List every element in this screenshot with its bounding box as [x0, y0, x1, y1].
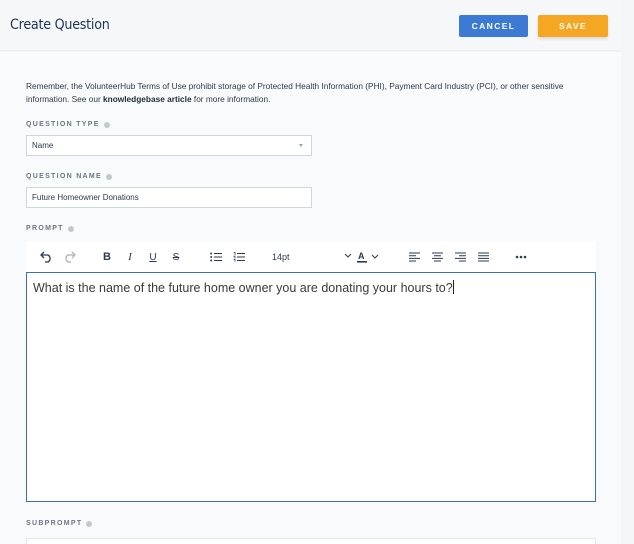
info-icon[interactable] [106, 173, 113, 180]
text-cursor [452, 280, 454, 294]
page-header: Create Question CANCEL SAVE [0, 0, 621, 51]
question-type-select[interactable]: Name [26, 135, 312, 156]
subprompt-label: SUBPROMPT [26, 520, 93, 527]
font-size-select[interactable]: 14pt [266, 248, 352, 265]
subprompt-label-text: SUBPROMPT [26, 520, 83, 527]
align-center-icon[interactable] [430, 249, 444, 265]
question-name-value: Future Homeowner Donations [32, 193, 139, 202]
cancel-button[interactable]: CANCEL [459, 15, 528, 37]
notice-text-end: for more information. [191, 94, 271, 104]
knowledgebase-link[interactable]: knowledgebase article [103, 94, 192, 104]
question-name-label-text: QUESTION NAME [26, 173, 103, 180]
font-size-value: 14pt [272, 251, 290, 262]
undo-icon[interactable] [38, 249, 54, 265]
question-type-label: QUESTION TYPE [26, 121, 110, 128]
editor-toolbar: B I U S 14pt A [26, 241, 596, 272]
prompt-editor[interactable]: What is the name of the future home owne… [26, 272, 596, 502]
create-question-page: Create Question CANCEL SAVE Remember, th… [0, 0, 634, 544]
save-button[interactable]: SAVE [538, 15, 608, 37]
info-icon[interactable] [86, 520, 93, 527]
form-content: Remember, the VolunteerHub Terms of Use … [0, 52, 621, 544]
question-name-input[interactable]: Future Homeowner Donations [26, 187, 312, 208]
align-left-icon[interactable] [407, 249, 421, 265]
page-title: Create Question [10, 17, 110, 33]
numbered-list-icon[interactable] [231, 249, 247, 265]
bullet-list-icon[interactable] [208, 249, 224, 265]
bold-icon[interactable]: B [100, 249, 114, 265]
italic-icon[interactable]: I [123, 249, 137, 265]
font-color-icon[interactable]: A [356, 249, 380, 265]
terms-notice: Remember, the VolunteerHub Terms of Use … [26, 80, 606, 106]
underline-icon[interactable]: U [146, 249, 160, 265]
align-right-icon[interactable] [453, 249, 467, 265]
more-icon[interactable] [514, 249, 528, 265]
chevron-down-icon [344, 251, 352, 263]
info-icon[interactable] [103, 121, 110, 128]
redo-icon[interactable] [61, 249, 77, 265]
info-icon[interactable] [67, 225, 74, 232]
prompt-label: PROMPT [26, 225, 74, 232]
prompt-text: What is the name of the future home owne… [33, 281, 453, 295]
question-type-value: Name [32, 141, 54, 150]
subprompt-editor[interactable] [26, 538, 596, 544]
strikethrough-icon[interactable]: S [169, 249, 183, 265]
chevron-down-icon [299, 144, 303, 147]
align-justify-icon[interactable] [476, 249, 490, 265]
question-name-label: QUESTION NAME [26, 173, 113, 180]
question-type-label-text: QUESTION TYPE [26, 121, 100, 128]
prompt-label-text: PROMPT [26, 225, 64, 232]
svg-text:A: A [358, 251, 365, 261]
